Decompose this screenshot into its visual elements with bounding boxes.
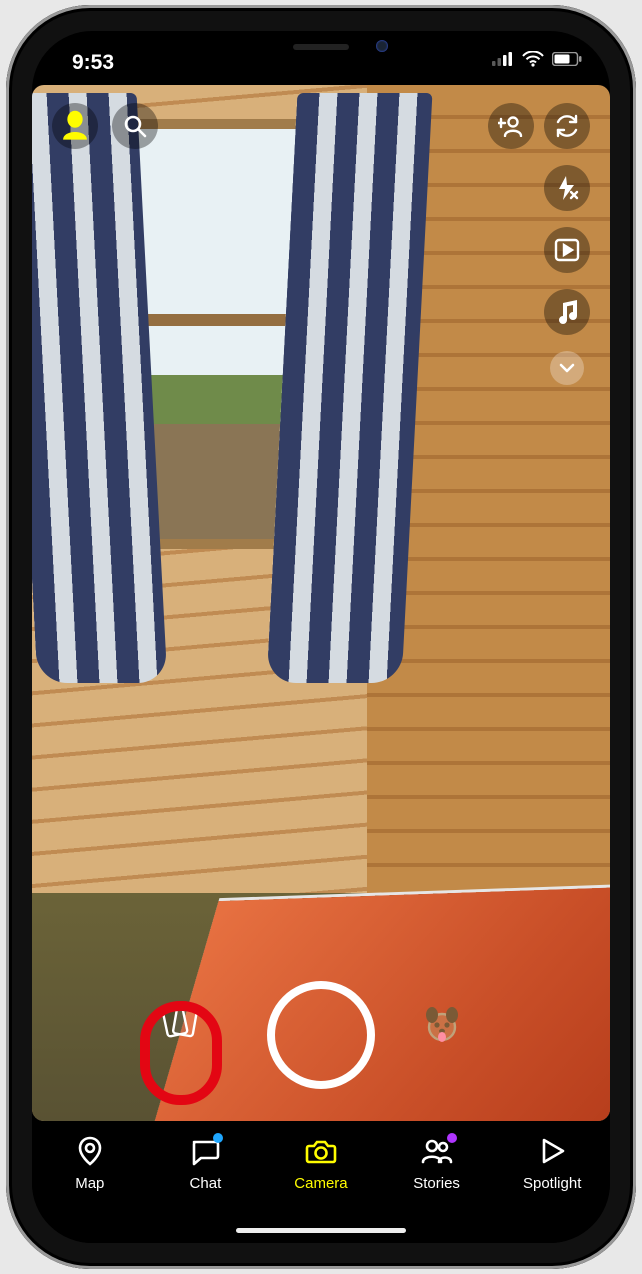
camera-viewfinder[interactable] bbox=[32, 85, 610, 1121]
nav-stories[interactable]: Stories bbox=[387, 1135, 487, 1192]
capture-controls bbox=[32, 975, 610, 1095]
memories-button[interactable] bbox=[156, 997, 204, 1045]
cellular-icon bbox=[492, 52, 514, 71]
shutter-button[interactable] bbox=[267, 981, 375, 1089]
nav-spotlight[interactable]: Spotlight bbox=[502, 1135, 602, 1192]
nav-label: Chat bbox=[190, 1175, 222, 1192]
nav-map[interactable]: Map bbox=[40, 1135, 140, 1192]
nav-chat[interactable]: Chat bbox=[155, 1135, 255, 1192]
battery-icon bbox=[552, 52, 582, 71]
camera-icon bbox=[305, 1135, 337, 1171]
nav-label: Spotlight bbox=[523, 1175, 581, 1192]
media-roll-button[interactable] bbox=[544, 227, 590, 273]
music-button[interactable] bbox=[544, 289, 590, 335]
lenses-button[interactable] bbox=[420, 1003, 464, 1047]
badge-dot bbox=[447, 1133, 457, 1143]
camera-toolbar bbox=[544, 103, 590, 385]
status-time: 9:53 bbox=[72, 51, 114, 75]
status-bar: 9:53 bbox=[32, 39, 610, 83]
pin-icon bbox=[74, 1135, 106, 1171]
nav-camera[interactable]: Camera bbox=[271, 1135, 371, 1192]
nav-label: Camera bbox=[294, 1175, 347, 1192]
camera-flip-button[interactable] bbox=[544, 103, 590, 149]
search-button[interactable] bbox=[112, 103, 158, 149]
screen: 9:53 bbox=[32, 31, 610, 1243]
play-icon bbox=[536, 1135, 568, 1171]
expand-toolbar-button[interactable] bbox=[550, 351, 584, 385]
flash-off-button[interactable] bbox=[544, 165, 590, 211]
wifi-icon bbox=[522, 51, 544, 72]
profile-avatar-button[interactable] bbox=[52, 103, 98, 149]
home-indicator[interactable] bbox=[236, 1228, 406, 1233]
phone-frame: 9:53 bbox=[6, 5, 636, 1269]
add-friend-button[interactable] bbox=[488, 103, 534, 149]
badge-dot bbox=[213, 1133, 223, 1143]
nav-label: Map bbox=[75, 1175, 104, 1192]
viewfinder-background bbox=[32, 85, 610, 1121]
bottom-nav: Map Chat Camera Stories Spotlight bbox=[32, 1121, 610, 1243]
nav-label: Stories bbox=[413, 1175, 460, 1192]
